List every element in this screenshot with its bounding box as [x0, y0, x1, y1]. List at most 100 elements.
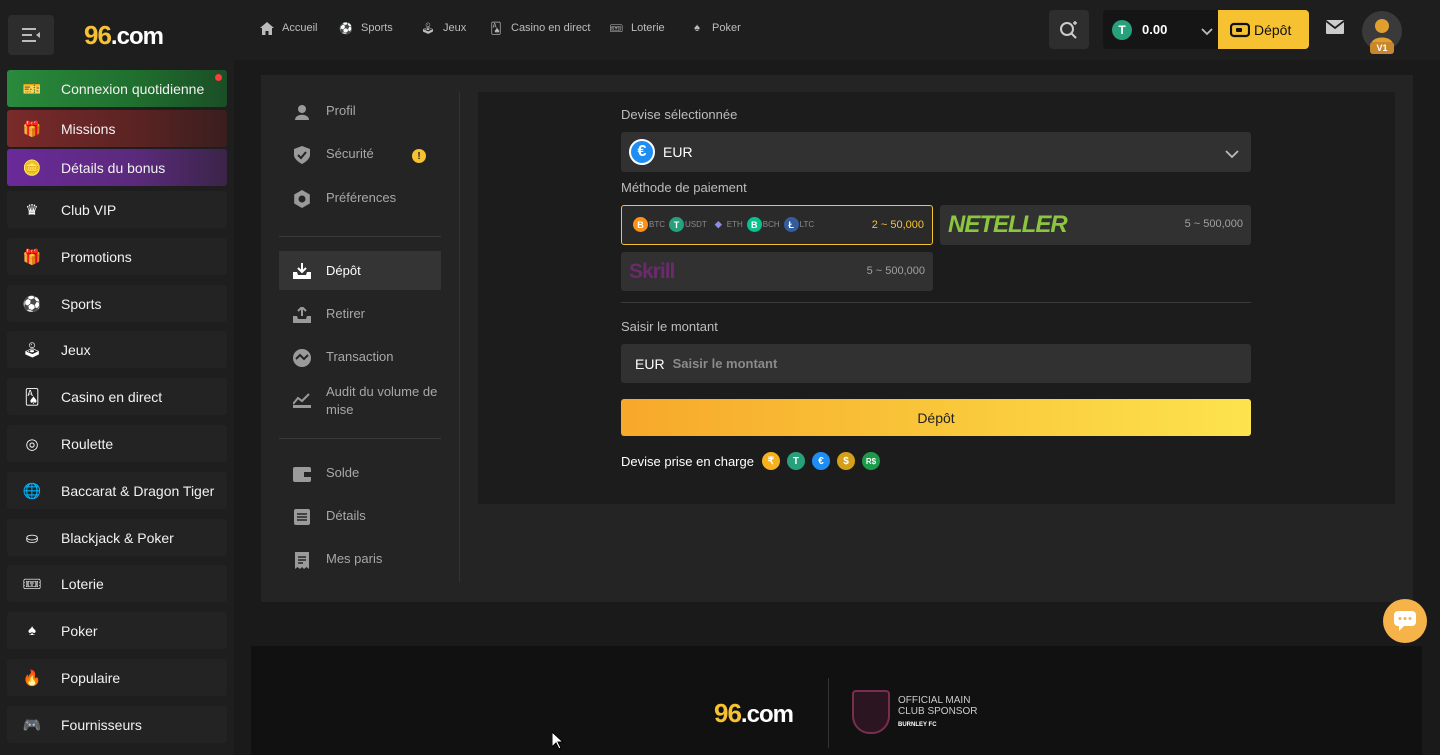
currency-select[interactable]: € EUR: [621, 132, 1251, 172]
nav-label: Jeux: [443, 22, 467, 34]
search-button[interactable]: [1049, 10, 1089, 49]
sidebar-item-poker[interactable]: ♠ Poker: [7, 612, 227, 649]
sidebar-item-label: Poker: [61, 622, 98, 639]
sidebar-item-daily-login[interactable]: 🎫 Connexion quotidienne: [7, 70, 227, 107]
soccer-ball-icon: ⚽: [339, 22, 353, 35]
bch-icon: B: [746, 217, 762, 232]
nav-casino-direct[interactable]: 🂡 Casino en direct: [488, 20, 591, 36]
nav-label: Loterie: [631, 22, 665, 34]
payment-method-skrill[interactable]: Skrill 5 ~ 500,000: [621, 252, 933, 291]
account-menu-audit[interactable]: Audit du volume de mise: [279, 383, 441, 419]
chat-button[interactable]: [1383, 599, 1427, 643]
sidebar-item-populaire[interactable]: 🔥 Populaire: [7, 659, 227, 696]
ticket-icon: 🎟: [609, 22, 623, 35]
currency-value: EUR: [663, 144, 693, 160]
footer-divider: [828, 678, 829, 748]
sidebar-item-blackjack[interactable]: ⛀ Blackjack & Poker: [7, 519, 227, 556]
payment-method-neteller[interactable]: NETELLER 5 ~ 500,000: [940, 205, 1251, 245]
calendar-gift-icon: 🎫: [22, 80, 42, 98]
amount-label: Saisir le montant: [621, 319, 718, 334]
usdt-icon: T: [1112, 19, 1132, 40]
sidebar-item-jeux[interactable]: 🕹 Jeux: [7, 331, 227, 368]
nav-sports[interactable]: ⚽ Sports: [338, 20, 393, 36]
sponsor-line: OFFICIAL MAIN: [898, 695, 971, 706]
sponsor-line: CLUB SPONSOR: [898, 706, 978, 717]
mouse-cursor-icon: [551, 730, 565, 755]
account-menu-securite[interactable]: Sécurité !: [279, 146, 441, 164]
currency-label: Devise sélectionnée: [621, 107, 738, 122]
sidebar-item-club-vip[interactable]: ♛ Club VIP: [7, 191, 227, 228]
sidebar-item-roulette[interactable]: ◎ Roulette: [7, 425, 227, 462]
account-menu-transaction[interactable]: Transaction: [279, 349, 441, 367]
sidebar-item-label: Blackjack & Poker: [61, 529, 174, 546]
account-menu-depot[interactable]: Dépôt: [279, 251, 441, 290]
coin-name: ETH: [726, 220, 743, 229]
sidebar-item-live-casino[interactable]: 🂡 Casino en direct: [7, 378, 227, 415]
coin-name: USDT: [685, 220, 707, 229]
usdt-icon: T: [669, 217, 684, 232]
nav-loterie[interactable]: 🎟 Loterie: [608, 20, 665, 36]
real-icon: R$: [861, 452, 880, 470]
account-menu-preferences[interactable]: Préférences: [279, 190, 441, 208]
sidebar-item-label: Baccarat & Dragon Tiger: [61, 482, 215, 499]
nav-poker[interactable]: ♠ Poker: [689, 20, 741, 36]
sidebar-item-fournisseurs[interactable]: 🎮 Fournisseurs: [7, 706, 227, 743]
ticket-icon: 🎟: [22, 575, 42, 593]
site-logo[interactable]: 96.com: [84, 20, 164, 51]
supported-currencies: Devise prise en charge ₹ T € $ R$: [621, 452, 880, 470]
menu-toggle-button[interactable]: [8, 15, 54, 55]
account-menu-mes-paris[interactable]: Mes paris: [279, 551, 441, 569]
globe-icon: 🌐: [22, 482, 42, 500]
amount-field[interactable]: EUR: [621, 344, 1251, 383]
deposit-submit-button[interactable]: Dépôt: [621, 399, 1251, 436]
sidebar-item-promotions[interactable]: 🎁 Promotions: [7, 238, 227, 275]
method-range: 5 ~ 500,000: [1184, 218, 1243, 230]
menu-divider-vertical: [459, 92, 460, 582]
nav-accueil[interactable]: Accueil: [259, 20, 317, 36]
menu-label: Profil: [326, 103, 356, 118]
balance-selector[interactable]: T 0.00: [1103, 10, 1219, 49]
receipt-icon: [293, 551, 311, 569]
crypto-coins: B BTC T USDT ◆ ETH B BCH Ł LTC: [633, 217, 818, 232]
amount-input[interactable]: [672, 356, 1173, 371]
coin-icon: $: [836, 452, 855, 470]
joystick-icon: 🕹: [421, 22, 435, 35]
nav-label: Accueil: [282, 22, 318, 34]
sidebar-item-loterie[interactable]: 🎟 Loterie: [7, 565, 227, 602]
coins-icon: 🪙: [22, 159, 42, 177]
soccer-ball-icon: ⚽: [22, 295, 42, 313]
account-menu-solde[interactable]: Solde: [279, 465, 441, 483]
neteller-logo: NETELLER: [948, 211, 1068, 238]
payment-method-crypto[interactable]: B BTC T USDT ◆ ETH B BCH Ł LTC 2 ~ 50,000: [621, 205, 933, 245]
mail-icon: [1325, 20, 1345, 34]
sidebar-item-bonus-details[interactable]: 🪙 Détails du bonus: [7, 149, 227, 186]
deposit-tray-icon: [293, 262, 311, 280]
home-icon: [259, 20, 275, 36]
menu-divider: [279, 236, 441, 237]
account-menu-profil[interactable]: Profil: [279, 103, 441, 121]
coin-name: LTC: [799, 220, 815, 229]
header-deposit-button[interactable]: Dépôt: [1218, 10, 1309, 49]
payment-method-label: Méthode de paiement: [621, 180, 747, 195]
footer-logo: 96.com: [714, 698, 794, 728]
sidebar-item-baccarat[interactable]: 🌐 Baccarat & Dragon Tiger: [7, 472, 227, 509]
balance-value: 0.00: [1142, 22, 1168, 37]
settings-icon: [293, 190, 311, 208]
sidebar-item-sports[interactable]: ⚽ Sports: [7, 285, 227, 322]
menu-label: Détails: [326, 508, 366, 523]
account-menu-details[interactable]: Détails: [279, 508, 441, 526]
vip-level-badge: V1: [1370, 42, 1394, 54]
method-range: 5 ~ 500,000: [866, 265, 925, 277]
sidebar-item-label: Fournisseurs: [61, 716, 142, 733]
nav-jeux[interactable]: 🕹 Jeux: [420, 20, 466, 36]
account-menu-retirer[interactable]: Retirer: [279, 306, 441, 324]
nav-label: Casino en direct: [511, 22, 591, 34]
sidebar-item-label: Sports: [61, 295, 102, 312]
nav-label: Poker: [712, 22, 741, 34]
menu-label: Préférences: [326, 190, 397, 205]
spade-icon: ♠: [694, 22, 700, 34]
mail-button[interactable]: [1325, 20, 1345, 39]
sidebar-item-missions[interactable]: 🎁 Missions: [7, 110, 227, 147]
notification-dot: [215, 74, 222, 81]
menu-label: Transaction: [326, 349, 394, 364]
